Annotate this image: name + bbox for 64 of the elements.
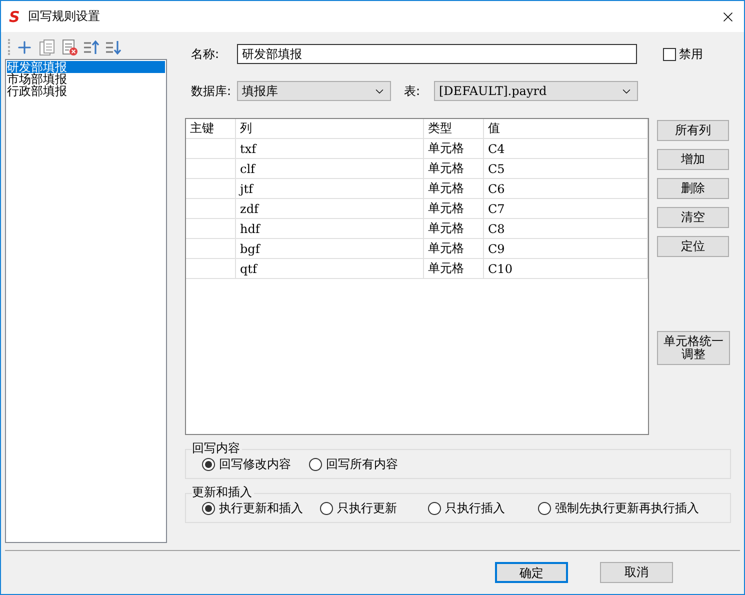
column-header: 值 bbox=[484, 119, 648, 138]
radio-label: 回写修改内容 bbox=[219, 456, 291, 472]
table-label: 表: bbox=[404, 82, 422, 100]
table-cell: C9 bbox=[484, 239, 648, 258]
table-dropdown[interactable]: [DEFAULT].payrd bbox=[434, 81, 638, 101]
group-title: 回写内容 bbox=[192, 440, 242, 457]
side-button[interactable]: 定位 bbox=[657, 236, 729, 257]
adjust-cells-button[interactable]: 单元格统一调整 bbox=[657, 331, 730, 365]
table-cell: qtf bbox=[236, 259, 424, 278]
table-cell: clf bbox=[236, 159, 424, 178]
move-down-icon[interactable] bbox=[105, 38, 122, 56]
app-logo: S bbox=[9, 8, 20, 26]
table-cell: C8 bbox=[484, 219, 648, 238]
table-cell: C10 bbox=[484, 259, 648, 278]
side-button[interactable]: 增加 bbox=[657, 149, 729, 170]
column-header: 列 bbox=[236, 119, 424, 138]
table-cell: C4 bbox=[484, 139, 648, 158]
radio-label: 只执行插入 bbox=[445, 500, 505, 516]
radio-label: 强制先执行更新再执行插入 bbox=[555, 500, 699, 516]
side-button[interactable]: 所有列 bbox=[657, 120, 729, 141]
radio-button[interactable] bbox=[428, 502, 441, 514]
table-cell: jtf bbox=[236, 179, 424, 198]
table-cell: txf bbox=[236, 139, 424, 158]
database-label: 数据库: bbox=[191, 82, 232, 100]
table-cell: 单元格 bbox=[424, 259, 484, 278]
radio-label: 只执行更新 bbox=[337, 500, 397, 516]
column-header: 主键 bbox=[186, 119, 236, 138]
table-cell: 单元格 bbox=[424, 179, 484, 198]
copy-document-icon[interactable] bbox=[39, 38, 56, 56]
table-cell: 单元格 bbox=[424, 199, 484, 218]
radio-button[interactable] bbox=[309, 458, 322, 470]
move-up-icon[interactable] bbox=[83, 38, 100, 56]
column-header: 类型 bbox=[424, 119, 484, 138]
table-cell: C5 bbox=[484, 159, 648, 178]
window-title: 回写规则设置 bbox=[28, 8, 101, 25]
rule-item[interactable]: 研发部填报 bbox=[7, 61, 165, 73]
radio-label: 回写所有内容 bbox=[326, 456, 398, 472]
table-cell: bgf bbox=[236, 239, 424, 258]
name-field[interactable]: 研发部填报 bbox=[237, 44, 637, 64]
table-cell: C7 bbox=[484, 199, 648, 218]
radio-button[interactable] bbox=[202, 458, 215, 470]
database-dropdown[interactable]: 填报库 bbox=[237, 81, 391, 101]
side-button[interactable]: 清空 bbox=[657, 207, 729, 228]
disable-label: 禁用 bbox=[679, 46, 703, 62]
radio-button[interactable] bbox=[202, 502, 215, 514]
radio-button[interactable] bbox=[320, 502, 333, 514]
disable-checkbox[interactable] bbox=[663, 48, 676, 60]
radio-button[interactable] bbox=[538, 502, 551, 514]
rule-item[interactable]: 市场部填报 bbox=[7, 73, 165, 85]
table-cell: 单元格 bbox=[424, 159, 484, 178]
table-cell: zdf bbox=[236, 199, 424, 218]
side-button[interactable]: 删除 bbox=[657, 178, 729, 199]
delete-document-icon[interactable] bbox=[61, 38, 78, 56]
table-cell: 单元格 bbox=[424, 139, 484, 158]
group-title: 更新和插入 bbox=[192, 484, 254, 501]
dialog-button[interactable]: 取消 bbox=[600, 562, 673, 583]
name-label: 名称: bbox=[191, 46, 220, 62]
table-cell: 单元格 bbox=[424, 239, 484, 258]
table-cell: 单元格 bbox=[424, 219, 484, 238]
table-cell: C6 bbox=[484, 179, 648, 198]
table-cell: hdf bbox=[236, 219, 424, 238]
rule-item[interactable]: 行政部填报 bbox=[7, 85, 165, 97]
radio-label: 执行更新和插入 bbox=[219, 500, 303, 516]
dialog-button[interactable]: 确定 bbox=[495, 562, 568, 583]
